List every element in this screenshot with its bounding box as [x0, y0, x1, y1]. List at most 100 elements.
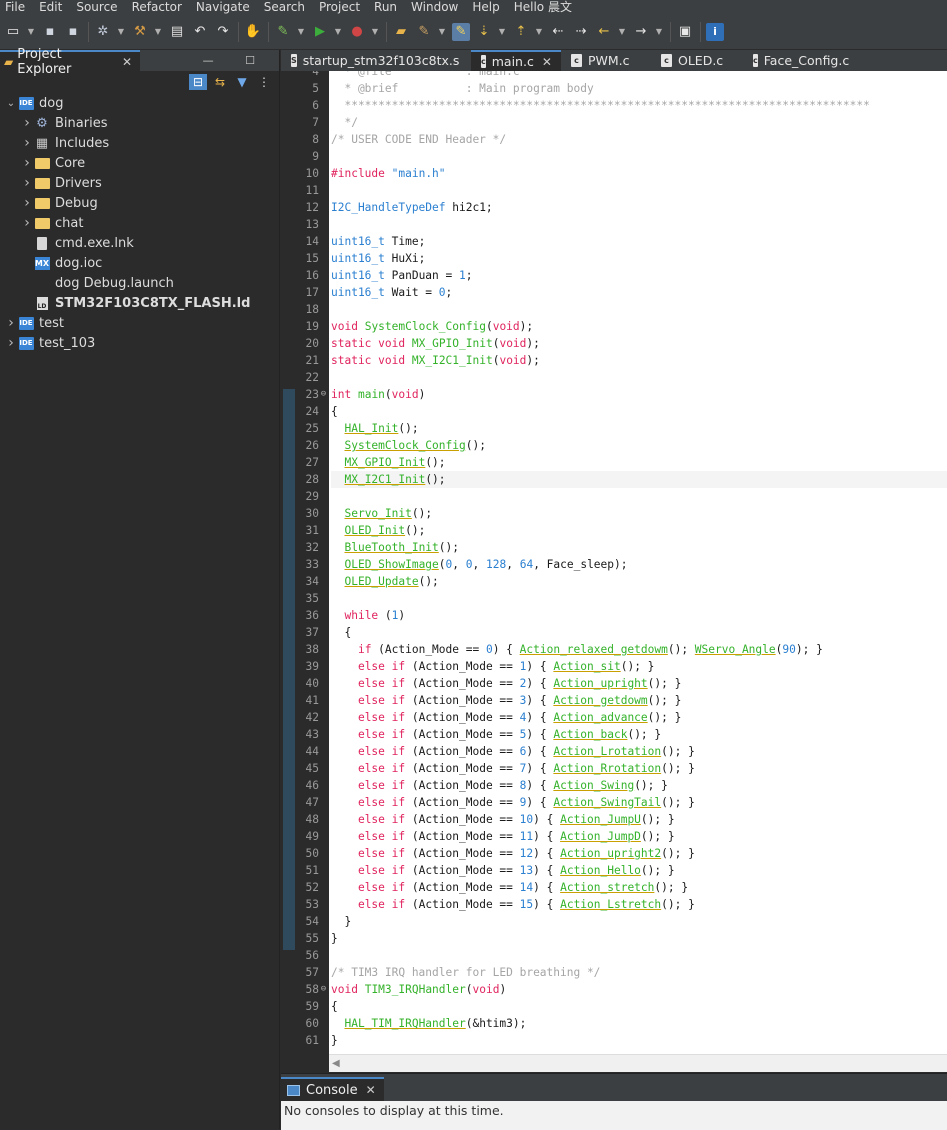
collapse-all-icon[interactable]: ⊟: [189, 74, 207, 90]
fold-toggle-icon[interactable]: ⊖: [319, 981, 328, 998]
code-line: 9: [281, 148, 947, 165]
open-folder-icon[interactable]: ▰: [392, 23, 410, 41]
code-text: * @file : main.c: [331, 71, 520, 78]
filter-icon[interactable]: ▼: [233, 74, 251, 90]
undo-icon[interactable]: ↶: [191, 23, 209, 41]
back-history-icon[interactable]: ⇠: [549, 23, 567, 41]
line-number: 5: [312, 82, 319, 95]
forward-icon[interactable]: →: [632, 23, 650, 41]
forward-dropdown-icon[interactable]: ▼: [655, 23, 663, 41]
save-all-icon[interactable]: ▪: [64, 23, 82, 41]
menu-edit[interactable]: Edit: [34, 0, 71, 14]
redo-icon[interactable]: ↷: [214, 23, 232, 41]
chevron-right-icon[interactable]: ›: [20, 195, 34, 211]
chevron-right-icon[interactable]: ›: [20, 215, 34, 231]
menu-file[interactable]: File: [0, 0, 34, 14]
tree-item[interactable]: MX dog.ioc: [0, 253, 279, 273]
hammer-dropdown-icon[interactable]: ▼: [154, 23, 162, 41]
chevron-right-icon[interactable]: ›: [4, 335, 18, 351]
next-annotation-dropdown-icon[interactable]: ▼: [498, 23, 506, 41]
tree-item[interactable]: dog Debug.launch: [0, 273, 279, 293]
tree-item[interactable]: cmd.exe.lnk: [0, 233, 279, 253]
forward-history-icon[interactable]: ⇢: [572, 23, 590, 41]
minimize-maximize-icon[interactable]: — ☐: [203, 54, 269, 67]
debug-icon[interactable]: ✎: [274, 23, 292, 41]
tab-oled-c[interactable]: c OLED.c: [651, 50, 743, 71]
build-settings-icon[interactable]: ✲: [94, 23, 112, 41]
scroll-left-icon[interactable]: ◀: [332, 1058, 340, 1069]
tree-item[interactable]: › Drivers: [0, 173, 279, 193]
tab-startup-stm32f103c8tx-s[interactable]: Sstartup_stm32f103c8tx.s: [281, 50, 471, 71]
debug-dropdown-icon[interactable]: ▼: [297, 23, 305, 41]
line-number: 11: [305, 184, 319, 197]
code-line: 26 SystemClock_Config();: [281, 437, 947, 454]
annotation-icon[interactable]: ✎: [415, 23, 433, 41]
close-icon[interactable]: ✕: [122, 55, 132, 69]
run-icon[interactable]: ▶: [311, 23, 329, 41]
next-annotation-icon[interactable]: ⇣: [475, 23, 493, 41]
code-line: 57 /* TIM3 IRQ handler for LED breathing …: [281, 964, 947, 981]
tree-item[interactable]: › ⚙ Binaries: [0, 113, 279, 133]
fold-toggle-icon[interactable]: ⊖: [319, 386, 328, 403]
chevron-right-icon[interactable]: ›: [20, 135, 34, 151]
chevron-right-icon[interactable]: ›: [20, 115, 34, 131]
link-with-editor-icon[interactable]: ⇆: [211, 74, 229, 90]
chevron-right-icon[interactable]: ›: [20, 175, 34, 191]
hammer-icon[interactable]: ⚒: [131, 23, 149, 41]
tree-item[interactable]: › Core: [0, 153, 279, 173]
back-dropdown-icon[interactable]: ▼: [618, 23, 626, 41]
tree-item[interactable]: › chat: [0, 213, 279, 233]
line-number: 10: [305, 167, 319, 180]
menu-refactor[interactable]: Refactor: [127, 0, 191, 14]
new-dropdown-icon[interactable]: ▼: [27, 23, 35, 41]
back-icon[interactable]: ←: [595, 23, 613, 41]
code-text: ****************************************…: [331, 99, 870, 112]
debug-perspective-icon[interactable]: ✋: [244, 23, 262, 41]
highlight-icon[interactable]: ✎: [452, 22, 470, 41]
menu-hello[interactable]: Hello 晨文: [509, 0, 581, 14]
menu-run[interactable]: Run: [369, 0, 406, 14]
view-menu-icon[interactable]: ⋮: [255, 74, 273, 90]
last-edit-icon[interactable]: ⇡: [512, 23, 530, 41]
chevron-down-icon[interactable]: ⌄: [4, 98, 18, 109]
tab-face-config-c[interactable]: c Face_Config.c: [743, 50, 853, 71]
last-edit-dropdown-icon[interactable]: ▼: [535, 23, 543, 41]
menu-window[interactable]: Window: [406, 0, 467, 14]
tree-item[interactable]: LD STM32F103C8TX_FLASH.ld: [0, 293, 279, 313]
chevron-right-icon[interactable]: ›: [20, 155, 34, 171]
menu-navigate[interactable]: Navigate: [191, 0, 259, 14]
tree-item[interactable]: › ▦ Includes: [0, 133, 279, 153]
close-icon[interactable]: ✕: [542, 55, 552, 69]
new-icon[interactable]: ▭: [4, 23, 22, 41]
menu-source[interactable]: Source: [71, 0, 126, 14]
tab-label: PWM.c: [588, 53, 630, 68]
tree-item[interactable]: › IDE test_103: [0, 333, 279, 353]
pin-icon[interactable]: ▣: [676, 23, 694, 41]
info-icon[interactable]: i: [706, 22, 724, 41]
build-all-icon[interactable]: ▤: [168, 23, 186, 41]
menu-project[interactable]: Project: [314, 0, 369, 14]
menu-help[interactable]: Help: [467, 0, 508, 14]
tree-item[interactable]: ⌄ IDE dog: [0, 93, 279, 113]
external-tools-icon[interactable]: ●: [348, 23, 366, 41]
close-icon[interactable]: ✕: [366, 1083, 376, 1097]
code-line: 12 I2C_HandleTypeDef hi2c1;: [281, 199, 947, 216]
chevron-right-icon[interactable]: ›: [4, 315, 18, 331]
code-text: OLED_Init();: [344, 524, 426, 537]
annotation-dropdown-icon[interactable]: ▼: [438, 23, 446, 41]
run-dropdown-icon[interactable]: ▼: [334, 23, 342, 41]
build-settings-dropdown-icon[interactable]: ▼: [117, 23, 125, 41]
external-tools-dropdown-icon[interactable]: ▼: [371, 23, 379, 41]
save-icon[interactable]: ▪: [41, 23, 59, 41]
menu-search[interactable]: Search: [259, 0, 314, 14]
code-editor[interactable]: 4 * @file : main.c 5 * @brief : Main prog…: [281, 71, 947, 1072]
horizontal-scrollbar[interactable]: ◀: [329, 1054, 947, 1072]
tab-console[interactable]: Console ✕: [281, 1077, 384, 1101]
code-text: SystemClock_Config();: [344, 439, 486, 452]
tree-item[interactable]: › Debug: [0, 193, 279, 213]
tab-pwm-c[interactable]: c PWM.c: [561, 50, 651, 71]
tree-item[interactable]: › IDE test: [0, 313, 279, 333]
tab-main-c[interactable]: c main.c ✕: [471, 50, 561, 71]
code-text: uint16_t Wait = 0;: [331, 286, 453, 299]
tab-project-explorer[interactable]: ▰ Project Explorer ✕: [0, 47, 140, 77]
